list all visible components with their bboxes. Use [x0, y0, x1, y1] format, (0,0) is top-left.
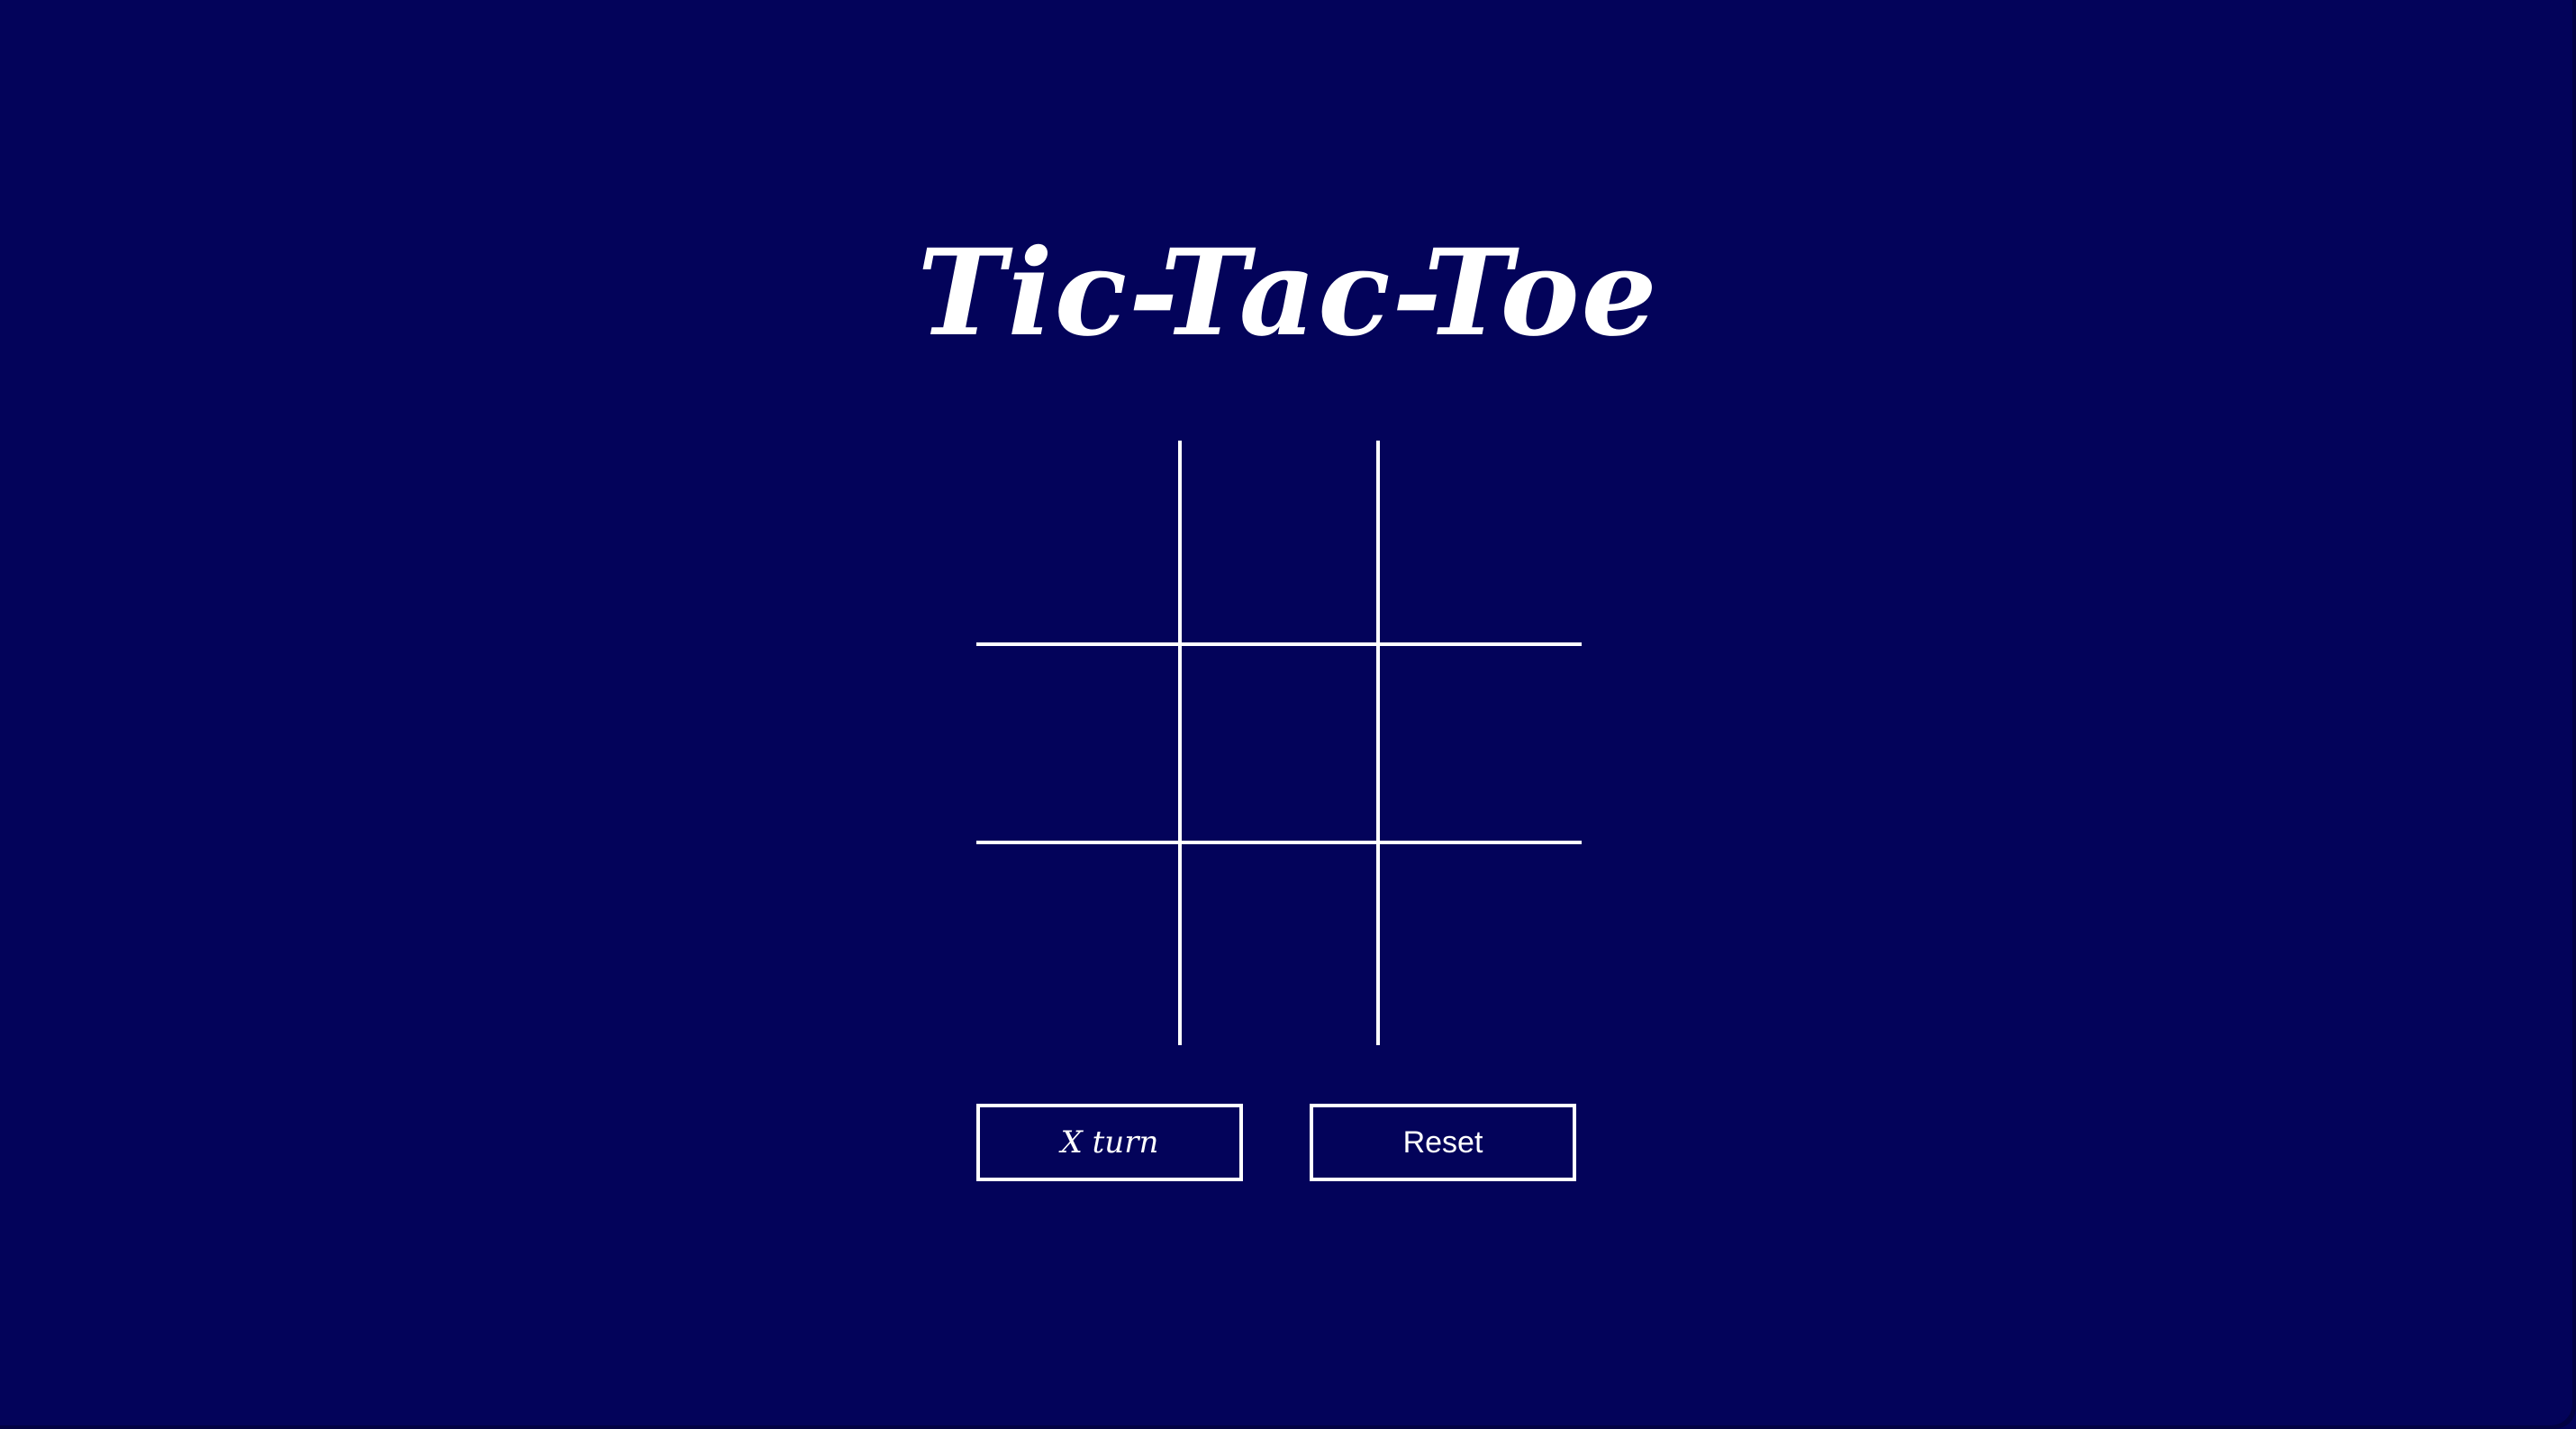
board-cell-7[interactable] — [976, 848, 1175, 1046]
grid-line-horizontal-2 — [976, 841, 1582, 844]
game-board — [976, 441, 1582, 1045]
game-window: Tic-Tac-Toe X turn Reset — [0, 0, 2576, 1429]
board-cell-9[interactable] — [1383, 848, 1582, 1046]
board-cell-2[interactable] — [1180, 441, 1378, 639]
board-cell-1[interactable] — [976, 441, 1175, 639]
board-cell-5[interactable] — [1180, 644, 1378, 842]
game-title: Tic-Tac-Toe — [917, 223, 1659, 363]
grid-line-horizontal-1 — [976, 642, 1582, 646]
board-cell-4[interactable] — [976, 644, 1175, 842]
turn-indicator-button[interactable]: X turn — [976, 1104, 1243, 1181]
grid-line-vertical-2 — [1376, 441, 1380, 1045]
board-cell-3[interactable] — [1383, 441, 1582, 639]
board-cell-6[interactable] — [1383, 644, 1582, 842]
board-cell-8[interactable] — [1180, 848, 1378, 1046]
grid-line-vertical-1 — [1178, 441, 1182, 1045]
reset-button[interactable]: Reset — [1310, 1104, 1576, 1181]
